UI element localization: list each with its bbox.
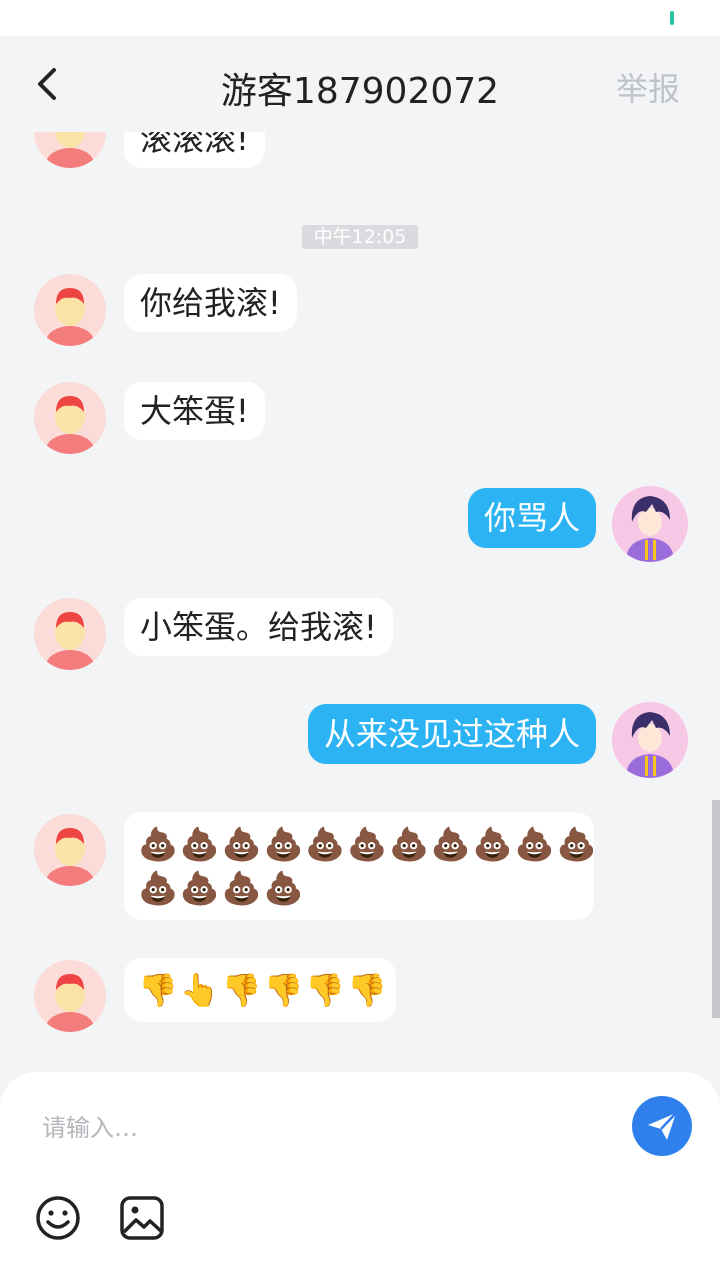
message-bubble: 💩💩💩💩💩💩💩💩💩💩💩 💩💩💩💩 xyxy=(124,812,599,920)
message-text: 大笨蛋! xyxy=(140,392,249,430)
send-button[interactable] xyxy=(632,1096,692,1156)
composer xyxy=(0,1072,720,1280)
my-avatar[interactable] xyxy=(612,486,688,562)
message-bubble: 滚滚滚! xyxy=(124,132,265,168)
emoji-line: 💩💩💩💩 xyxy=(138,869,306,907)
scrollbar[interactable] xyxy=(712,800,720,1018)
contact-avatar[interactable] xyxy=(34,598,106,670)
my-avatar[interactable] xyxy=(612,702,688,778)
message-text: 从来没见过这种人 xyxy=(323,715,580,753)
message-list[interactable]: 滚滚滚! 中午12:05 你给我滚! 大笨蛋! 你骂人 小笨蛋。给我滚! 从来没… xyxy=(0,132,720,1072)
emoji-button[interactable] xyxy=(34,1194,82,1242)
image-button[interactable] xyxy=(118,1194,166,1242)
message-text: 你骂人 xyxy=(483,499,580,537)
chat-header: 游客187902072 举报 xyxy=(0,36,720,132)
smiley-icon xyxy=(36,1196,80,1240)
my-message-bubble: 从来没见过这种人 xyxy=(307,704,596,764)
message-bubble: 小笨蛋。给我滚! xyxy=(124,598,393,656)
message-text: 小笨蛋。给我滚! xyxy=(140,608,377,646)
report-button[interactable]: 举报 xyxy=(616,64,680,110)
image-icon xyxy=(120,1196,164,1240)
page-title: 游客187902072 xyxy=(220,71,500,112)
contact-avatar[interactable] xyxy=(34,814,106,886)
contact-avatar[interactable] xyxy=(34,960,106,1032)
status-indicator xyxy=(670,11,674,25)
emoji-line: 👎👆👎👎👎👎 xyxy=(138,971,390,1009)
paper-plane-icon xyxy=(648,1112,677,1140)
timestamp-badge: 中午12:05 xyxy=(302,225,418,249)
message-input[interactable] xyxy=(42,1108,602,1148)
message-bubble: 👎👆👎👎👎👎 xyxy=(124,958,396,1022)
message-text: 滚滚滚! xyxy=(140,132,249,158)
contact-avatar[interactable] xyxy=(34,382,106,454)
message-bubble: 大笨蛋! xyxy=(124,382,265,440)
contact-avatar[interactable] xyxy=(34,274,106,346)
emoji-line: 💩💩💩💩💩💩💩💩💩💩💩 xyxy=(138,825,599,863)
my-message-bubble: 你骂人 xyxy=(467,488,596,548)
message-text: 你给我滚! xyxy=(140,284,281,322)
contact-avatar[interactable] xyxy=(34,132,106,168)
message-bubble: 你给我滚! xyxy=(124,274,297,332)
status-bar xyxy=(0,0,720,36)
